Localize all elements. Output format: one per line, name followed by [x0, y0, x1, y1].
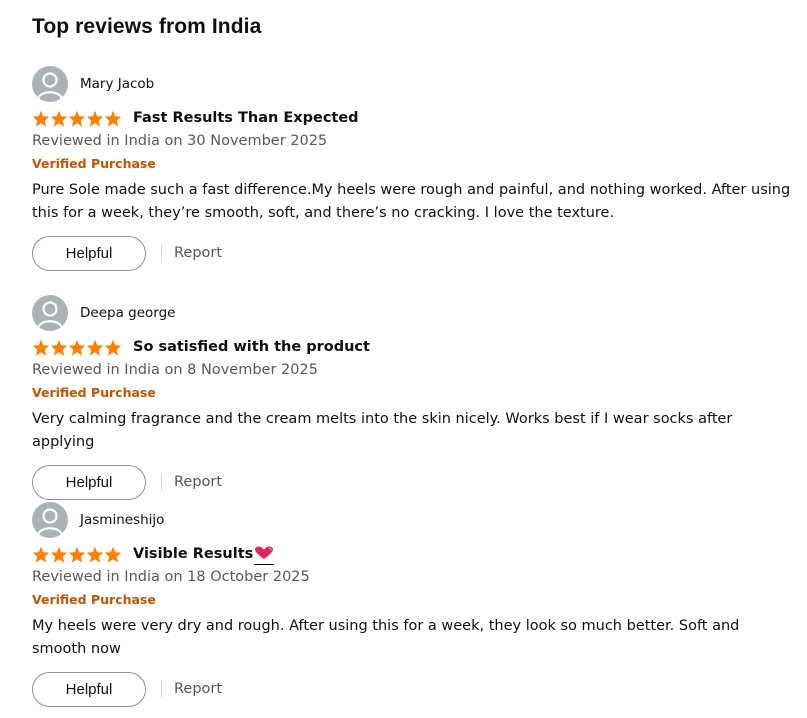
section-title: Top reviews from India [32, 15, 262, 38]
star-icon [104, 110, 122, 127]
star-icon [104, 339, 122, 356]
report-link[interactable]: Report [174, 245, 222, 261]
star-rating[interactable] [32, 546, 122, 563]
star-icon [32, 339, 50, 356]
review-date: Reviewed in India on 18 October 2025 [32, 569, 310, 585]
verified-purchase-badge: Verified Purchase [32, 592, 156, 607]
reviewer-name[interactable]: Mary Jacob [80, 75, 154, 93]
review-title[interactable]: Visible Results [133, 544, 275, 565]
star-icon [68, 110, 86, 127]
review-title[interactable]: Fast Results Than Expected [133, 108, 359, 128]
star-icon [86, 546, 104, 563]
helpful-button[interactable]: Helpful [32, 235, 146, 271]
review-date: Reviewed in India on 30 November 2025 [32, 133, 328, 149]
heart-icon [254, 546, 275, 565]
review-body: My heels were very dry and rough. After … [32, 618, 740, 657]
reviewer-name[interactable]: Deepa george [80, 304, 175, 322]
report-link[interactable]: Report [174, 681, 222, 697]
verified-purchase-badge: Verified Purchase [32, 156, 156, 171]
reviewer-profile[interactable]: Jasmineshijo [32, 501, 792, 539]
review-title-text: Visible Results [133, 545, 254, 562]
reviewer-profile[interactable]: Deepa george [32, 294, 792, 332]
star-icon [86, 110, 104, 127]
reviewer-profile[interactable]: Mary Jacob [32, 65, 792, 103]
review-card: Mary Jacob Fast Results Than Expected Re… [32, 65, 792, 271]
star-icon [32, 110, 50, 127]
star-rating[interactable] [32, 110, 122, 127]
star-icon [50, 339, 68, 356]
review-card: Jasmineshijo Visible Results Reviewed in… [32, 501, 792, 707]
helpful-button[interactable]: Helpful [32, 464, 146, 500]
avatar-icon [32, 295, 68, 331]
avatar-icon [32, 502, 68, 538]
review-date: Reviewed in India on 8 November 2025 [32, 362, 318, 378]
review-card: Deepa george So satisfied with the produ… [32, 294, 792, 500]
review-body: Pure Sole made such a fast difference.My… [32, 182, 791, 221]
star-icon [68, 339, 86, 356]
divider [161, 244, 162, 262]
verified-purchase-badge: Verified Purchase [32, 385, 156, 400]
report-link[interactable]: Report [174, 474, 222, 490]
helpful-button[interactable]: Helpful [32, 671, 146, 707]
star-icon [50, 110, 68, 127]
star-icon [86, 339, 104, 356]
star-icon [104, 546, 122, 563]
review-body: Very calming fragrance and the cream mel… [32, 411, 733, 450]
star-rating[interactable] [32, 339, 122, 356]
star-icon [50, 546, 68, 563]
avatar-icon [32, 66, 68, 102]
divider [161, 473, 162, 491]
star-icon [68, 546, 86, 563]
review-title[interactable]: So satisfied with the product [133, 337, 370, 357]
divider [161, 680, 162, 698]
reviewer-name[interactable]: Jasmineshijo [80, 511, 164, 529]
star-icon [32, 546, 50, 563]
